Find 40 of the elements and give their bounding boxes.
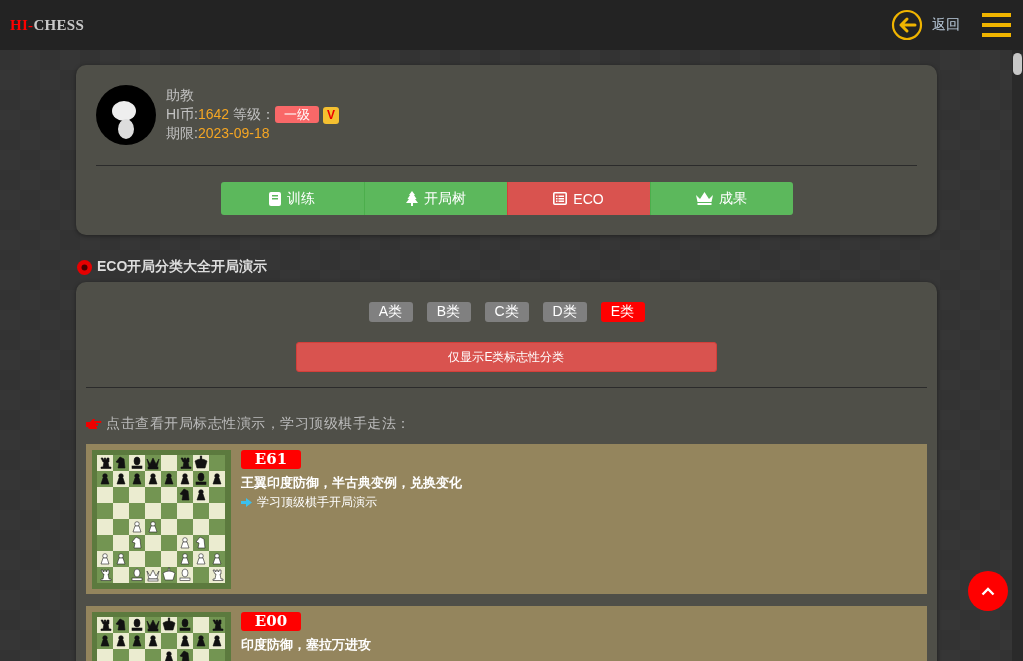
arrow-right-icon: [241, 498, 252, 507]
eco-code-badge: E00: [241, 612, 301, 631]
expiry-label: 期限:: [166, 125, 198, 141]
opening-card[interactable]: E00 印度防御，塞拉万进攻: [86, 606, 927, 661]
menu-icon[interactable]: [982, 13, 1011, 37]
logo[interactable]: HI-CHESS: [10, 16, 85, 34]
level-label: 等级：: [232, 106, 275, 122]
back-link[interactable]: 返回: [932, 16, 960, 34]
book-icon: [269, 191, 281, 206]
hint-text: 点击查看开局标志性演示，学习顶级棋手走法：: [106, 415, 411, 433]
opening-card[interactable]: E61 王翼印度防御，半古典变例，兑换变化 学习顶级棋手开局演示: [86, 444, 927, 594]
pointing-hand-icon: [86, 418, 102, 430]
user-name: 助教: [166, 86, 195, 105]
opening-name: 王翼印度防御，半古典变例，兑换变化: [241, 474, 462, 492]
vip-badge: V: [322, 107, 339, 124]
section-title: ECO开局分类大全开局演示: [97, 258, 268, 276]
level-badge: 一级: [274, 106, 319, 123]
coins-value: 1642: [197, 106, 230, 122]
chevron-up-icon: [981, 586, 995, 596]
eco-code-badge: E61: [241, 450, 301, 469]
nav-tab[interactable]: ECO: [506, 182, 650, 215]
avatar: [96, 85, 156, 145]
scroll-top-button[interactable]: [968, 571, 1008, 611]
tree-icon: [405, 191, 418, 206]
list-icon: [553, 192, 568, 205]
coins-label: HI币:: [166, 106, 198, 122]
nav-tab[interactable]: 训练: [220, 182, 364, 215]
opening-name: 印度防御，塞拉万进攻: [241, 636, 371, 654]
category-tab[interactable]: A类: [368, 302, 413, 322]
category-tab[interactable]: B类: [426, 302, 471, 322]
scrollbar[interactable]: [1012, 50, 1023, 661]
category-tab[interactable]: E类: [600, 302, 645, 322]
record-icon: [77, 259, 92, 275]
category-tab[interactable]: D类: [542, 302, 587, 322]
crown-icon: [696, 192, 713, 205]
category-tab[interactable]: C类: [484, 302, 529, 322]
demo-link[interactable]: 学习顶级棋手开局演示: [257, 494, 377, 511]
nav-tab[interactable]: 开局树: [363, 182, 507, 215]
nav-tab[interactable]: 成果: [649, 182, 793, 215]
filter-button[interactable]: 仅显示E类标志性分类: [296, 342, 717, 372]
